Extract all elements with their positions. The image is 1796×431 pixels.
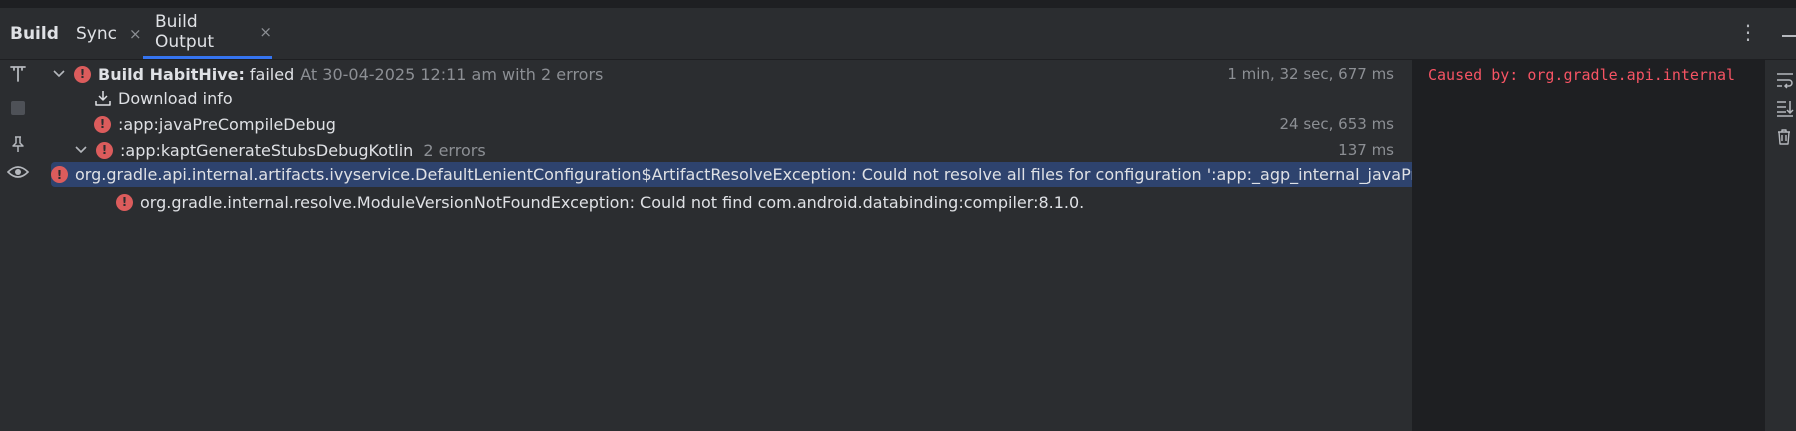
chevron-down-icon[interactable] [74,143,88,157]
error-icon: ! [116,193,133,211]
scroll-to-end-icon[interactable] [1775,98,1796,120]
task-label: :app:kaptGenerateStubsDebugKotlin [120,140,414,160]
close-icon[interactable]: × [259,23,272,41]
build-detail: At 30-04-2025 12:11 am with 2 errors [300,64,604,84]
tree-row-error[interactable]: ! org.gradle.internal.resolve.ModuleVers… [36,188,1412,216]
top-strip [0,0,1796,8]
left-toolbar [0,60,36,431]
tab-build-output[interactable]: Build Output × [143,8,272,59]
pin-icon[interactable] [6,132,30,156]
trash-icon[interactable] [1775,128,1796,150]
tool-window-header: Build Sync × Build Output × ⋮ [0,8,1796,60]
build-duration: 1 min, 32 sec, 677 ms [1227,65,1394,83]
build-tree: ! Build HabitHive: failed At 30-04-2025 … [36,60,1676,431]
console-output[interactable]: Caused by: org.gradle.api.internal [1412,60,1765,431]
error-icon: ! [96,141,113,159]
task-label: :app:javaPreCompileDebug [118,114,336,134]
error-icon: ! [51,166,68,183]
right-toolbar [1765,60,1796,431]
tree-row-download[interactable]: Download info [36,84,1412,112]
tree-row-task[interactable]: ! :app:javaPreCompileDebug 24 sec, 653 m… [36,110,1412,138]
stop-icon[interactable] [6,96,30,120]
error-icon: ! [74,65,91,83]
tab-sync-label: Sync [76,23,117,44]
console-line: Caused by: org.gradle.api.internal [1428,66,1736,84]
tool-window-title: Build [10,24,59,44]
download-info-label: Download info [118,88,233,108]
tree-row-error-selected[interactable]: ! org.gradle.api.internal.artifacts.ivys… [51,162,1676,187]
tree-row-task[interactable]: ! :app:kaptGenerateStubsDebugKotlin 2 er… [36,136,1412,164]
error-count: 2 errors [423,140,486,160]
error-icon: ! [94,115,111,133]
filter-icon[interactable] [6,62,30,86]
build-name: Build HabitHive: [98,64,245,84]
task-duration: 137 ms [1338,141,1394,159]
minimize-icon[interactable] [1782,35,1796,37]
tab-sync[interactable]: Sync × [76,8,142,59]
soft-wrap-icon[interactable] [1775,70,1796,92]
error-message: org.gradle.internal.resolve.ModuleVersio… [140,192,1085,212]
tab-build-output-label: Build Output [155,12,215,52]
task-duration: 24 sec, 653 ms [1279,115,1394,133]
more-options-icon[interactable]: ⋮ [1738,22,1758,42]
download-icon [94,89,112,107]
chevron-down-icon[interactable] [52,67,66,81]
eye-icon[interactable] [6,160,30,184]
build-status: failed [249,64,295,84]
close-icon[interactable]: × [129,25,142,43]
